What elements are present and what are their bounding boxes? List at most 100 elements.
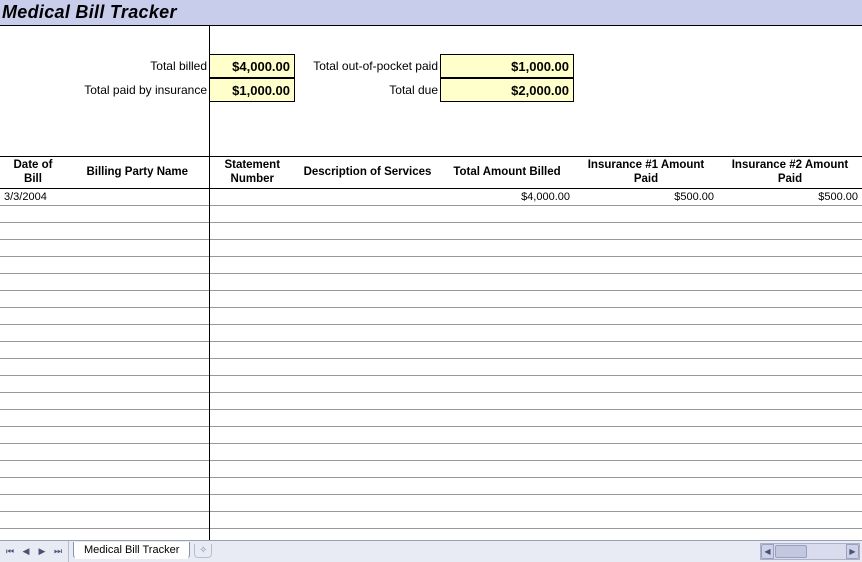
- cell-ins1[interactable]: $500.00: [574, 189, 718, 206]
- cell-total[interactable]: [440, 495, 574, 512]
- cell-date[interactable]: [0, 308, 66, 325]
- cell-ins1[interactable]: [574, 308, 718, 325]
- cell-total[interactable]: [440, 393, 574, 410]
- cell-desc[interactable]: [295, 291, 440, 308]
- cell-total[interactable]: [440, 257, 574, 274]
- cell-ins1[interactable]: [574, 274, 718, 291]
- cell-date[interactable]: [0, 478, 66, 495]
- cell-date[interactable]: [0, 359, 66, 376]
- col-header-total[interactable]: Total Amount Billed: [440, 157, 574, 189]
- col-header-date[interactable]: Date of Bill: [0, 157, 66, 189]
- cell-date[interactable]: [0, 325, 66, 342]
- cell-stmt[interactable]: [209, 393, 295, 410]
- scroll-left-icon[interactable]: ◀: [761, 544, 774, 559]
- cell-ins2[interactable]: [718, 325, 862, 342]
- cell-party[interactable]: [66, 291, 209, 308]
- cell-ins2[interactable]: [718, 206, 862, 223]
- cell-ins2[interactable]: [718, 291, 862, 308]
- cell-date[interactable]: [0, 427, 66, 444]
- cell-stmt[interactable]: [209, 461, 295, 478]
- cell-stmt[interactable]: [209, 342, 295, 359]
- cell-party[interactable]: [66, 342, 209, 359]
- cell-party[interactable]: [66, 240, 209, 257]
- cell-stmt[interactable]: [209, 223, 295, 240]
- cell-party[interactable]: [66, 325, 209, 342]
- cell-total[interactable]: [440, 342, 574, 359]
- cell-total[interactable]: [440, 206, 574, 223]
- cell-stmt[interactable]: [209, 325, 295, 342]
- cell-total[interactable]: [440, 376, 574, 393]
- tab-nav-last-icon[interactable]: ⏭: [50, 544, 66, 560]
- cell-total[interactable]: [440, 410, 574, 427]
- cell-ins2[interactable]: [718, 461, 862, 478]
- cell-ins1[interactable]: [574, 495, 718, 512]
- total-due-value[interactable]: $2,000.00: [440, 78, 574, 102]
- cell-ins1[interactable]: [574, 512, 718, 529]
- horizontal-scrollbar[interactable]: ◀ ▶: [760, 543, 860, 560]
- cell-ins1[interactable]: [574, 393, 718, 410]
- total-out-of-pocket-value[interactable]: $1,000.00: [440, 54, 574, 78]
- cell-party[interactable]: [66, 444, 209, 461]
- cell-stmt[interactable]: [209, 427, 295, 444]
- tab-nav-first-icon[interactable]: ⏮: [2, 544, 18, 560]
- cell-stmt[interactable]: [209, 257, 295, 274]
- cell-date[interactable]: [0, 410, 66, 427]
- cell-desc[interactable]: [295, 444, 440, 461]
- cell-desc[interactable]: [295, 257, 440, 274]
- cell-stmt[interactable]: [209, 189, 295, 206]
- cell-desc[interactable]: [295, 240, 440, 257]
- cell-total[interactable]: [440, 223, 574, 240]
- cell-desc[interactable]: [295, 427, 440, 444]
- cell-stmt[interactable]: [209, 512, 295, 529]
- cell-ins1[interactable]: [574, 342, 718, 359]
- cell-ins1[interactable]: [574, 325, 718, 342]
- cell-date[interactable]: [0, 274, 66, 291]
- cell-desc[interactable]: [295, 325, 440, 342]
- col-header-party[interactable]: Billing Party Name: [66, 157, 209, 189]
- cell-desc[interactable]: [295, 206, 440, 223]
- cell-date[interactable]: [0, 376, 66, 393]
- cell-desc[interactable]: [295, 410, 440, 427]
- cell-date[interactable]: [0, 444, 66, 461]
- cell-date[interactable]: [0, 393, 66, 410]
- tab-nav-next-icon[interactable]: ▶: [34, 544, 50, 560]
- cell-ins1[interactable]: [574, 240, 718, 257]
- cell-desc[interactable]: [295, 461, 440, 478]
- cell-party[interactable]: [66, 461, 209, 478]
- cell-ins2[interactable]: [718, 444, 862, 461]
- cell-date[interactable]: [0, 291, 66, 308]
- add-sheet-icon[interactable]: ✧: [194, 544, 212, 558]
- cell-ins1[interactable]: [574, 478, 718, 495]
- cell-ins2[interactable]: [718, 478, 862, 495]
- cell-desc[interactable]: [295, 274, 440, 291]
- cell-ins2[interactable]: [718, 495, 862, 512]
- cell-desc[interactable]: [295, 189, 440, 206]
- cell-ins2[interactable]: [718, 376, 862, 393]
- cell-desc[interactable]: [295, 512, 440, 529]
- cell-party[interactable]: [66, 512, 209, 529]
- cell-party[interactable]: [66, 206, 209, 223]
- cell-total[interactable]: [440, 240, 574, 257]
- cell-party[interactable]: [66, 257, 209, 274]
- cell-party[interactable]: [66, 308, 209, 325]
- cell-desc[interactable]: [295, 359, 440, 376]
- cell-ins1[interactable]: [574, 257, 718, 274]
- cell-ins1[interactable]: [574, 359, 718, 376]
- cell-ins2[interactable]: [718, 274, 862, 291]
- total-billed-value[interactable]: $4,000.00: [209, 54, 295, 78]
- cell-date[interactable]: [0, 342, 66, 359]
- cell-stmt[interactable]: [209, 274, 295, 291]
- cell-ins1[interactable]: [574, 223, 718, 240]
- cell-total[interactable]: [440, 427, 574, 444]
- cell-desc[interactable]: [295, 478, 440, 495]
- col-header-desc[interactable]: Description of Services: [295, 157, 440, 189]
- col-header-ins1[interactable]: Insurance #1 Amount Paid: [574, 157, 718, 189]
- cell-total[interactable]: [440, 308, 574, 325]
- cell-ins2[interactable]: [718, 223, 862, 240]
- cell-date[interactable]: [0, 206, 66, 223]
- cell-party[interactable]: [66, 495, 209, 512]
- cell-ins2[interactable]: [718, 342, 862, 359]
- cell-stmt[interactable]: [209, 206, 295, 223]
- cell-party[interactable]: [66, 359, 209, 376]
- scroll-right-icon[interactable]: ▶: [846, 544, 859, 559]
